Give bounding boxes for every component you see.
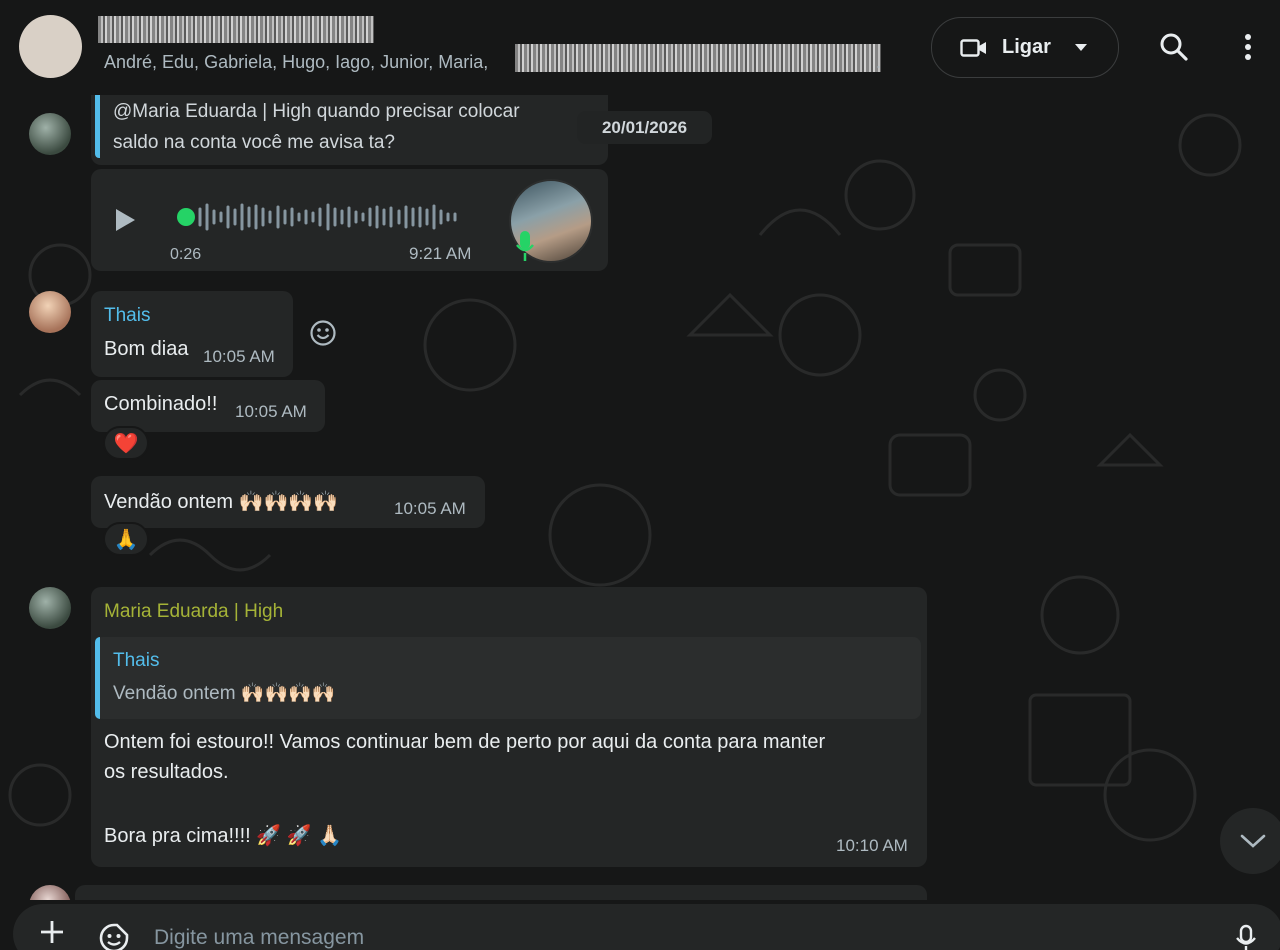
redacted-group-name — [98, 16, 374, 43]
search-icon — [1160, 33, 1188, 61]
reaction-badge[interactable]: 🙏 — [103, 522, 149, 556]
quote-bar — [95, 637, 100, 719]
message-input[interactable] — [154, 926, 1154, 950]
message-bubble[interactable]: Maria Eduarda | High Thais Vendão ontem … — [91, 587, 927, 867]
participants-list[interactable]: André, Edu, Gabriela, Hugo, Iago, Junior… — [104, 52, 488, 73]
message-text-line3: Bora pra cima!!!! 🚀 🚀 🙏🏻 — [104, 825, 343, 847]
message-text-line2: os resultados. — [104, 761, 229, 783]
message-composer — [0, 900, 1280, 950]
emoji-react-icon[interactable] — [309, 319, 337, 347]
message-text: Combinado!! — [104, 393, 218, 415]
scroll-to-bottom-button[interactable] — [1220, 808, 1280, 874]
microphone-icon[interactable] — [1234, 924, 1258, 950]
sender-avatar-maria[interactable] — [29, 587, 71, 629]
quoted-text: Vendão ontem 🙌🏻🙌🏻🙌🏻🙌🏻 — [113, 683, 336, 704]
message-text: Bom diaa — [104, 338, 189, 360]
participants-tail: . — [876, 52, 882, 72]
message-time: 10:05 AM — [203, 347, 275, 366]
message-sender[interactable]: Thais — [104, 305, 150, 327]
playback-position-dot[interactable] — [177, 208, 195, 226]
redacted-participants — [515, 44, 881, 72]
message-time: 10:05 AM — [235, 402, 307, 421]
date-chip: 20/01/2026 — [577, 111, 712, 144]
microphone-icon — [516, 231, 534, 261]
quote-bar — [95, 95, 100, 158]
chevron-down-icon[interactable] — [1074, 44, 1087, 51]
voice-time: 9:21 AM — [409, 244, 472, 263]
message-text-line1: Ontem foi estouro!! Vamos continuar bem … — [104, 731, 826, 753]
video-camera-icon — [960, 38, 988, 58]
quoted-sender: Thais — [113, 650, 160, 671]
message-bubble[interactable]: Vendão ontem 🙌🏻🙌🏻🙌🏻🙌🏻 10:05 AM — [91, 476, 485, 528]
reaction-badge[interactable]: ❤️ — [103, 426, 149, 460]
sender-avatar[interactable] — [29, 113, 71, 155]
search-button[interactable] — [1154, 27, 1194, 67]
chevron-down-icon — [1240, 834, 1266, 848]
message-sender[interactable]: Maria Eduarda | High — [104, 601, 283, 623]
chat-header: André, Edu, Gabriela, Hugo, Iago, Junior… — [0, 0, 1280, 95]
menu-button[interactable] — [1228, 27, 1268, 67]
message-time: 10:05 AM — [394, 499, 466, 518]
voice-duration: 0:26 — [170, 246, 202, 263]
quoted-message-text: @Maria Eduarda | High quando precisar co… — [113, 101, 520, 153]
sender-avatar-thais[interactable] — [29, 291, 71, 333]
play-icon[interactable] — [116, 209, 135, 231]
message-time: 10:10 AM — [836, 836, 908, 855]
quoted-message[interactable]: Thais Vendão ontem 🙌🏻🙌🏻🙌🏻🙌🏻 — [95, 637, 921, 719]
message-text: Vendão ontem 🙌🏻🙌🏻🙌🏻🙌🏻 — [104, 491, 339, 513]
message-bubble[interactable]: Combinado!! 10:05 AM — [91, 380, 325, 432]
quoted-message-bubble[interactable]: @Maria Eduarda | High quando precisar co… — [91, 95, 608, 165]
plus-icon[interactable] — [38, 918, 66, 946]
more-vertical-icon — [1245, 34, 1251, 60]
waveform-icon[interactable] — [198, 199, 468, 235]
message-bubble-partial[interactable] — [75, 885, 927, 900]
sticker-icon[interactable] — [98, 922, 130, 950]
call-button[interactable]: Ligar — [931, 17, 1119, 78]
chat-messages-area[interactable]: @Maria Eduarda | High quando precisar co… — [0, 95, 1280, 900]
group-avatar[interactable] — [19, 15, 82, 78]
call-button-label: Ligar — [1002, 36, 1051, 58]
message-bubble[interactable]: Thais Bom diaa 10:05 AM — [91, 291, 293, 377]
